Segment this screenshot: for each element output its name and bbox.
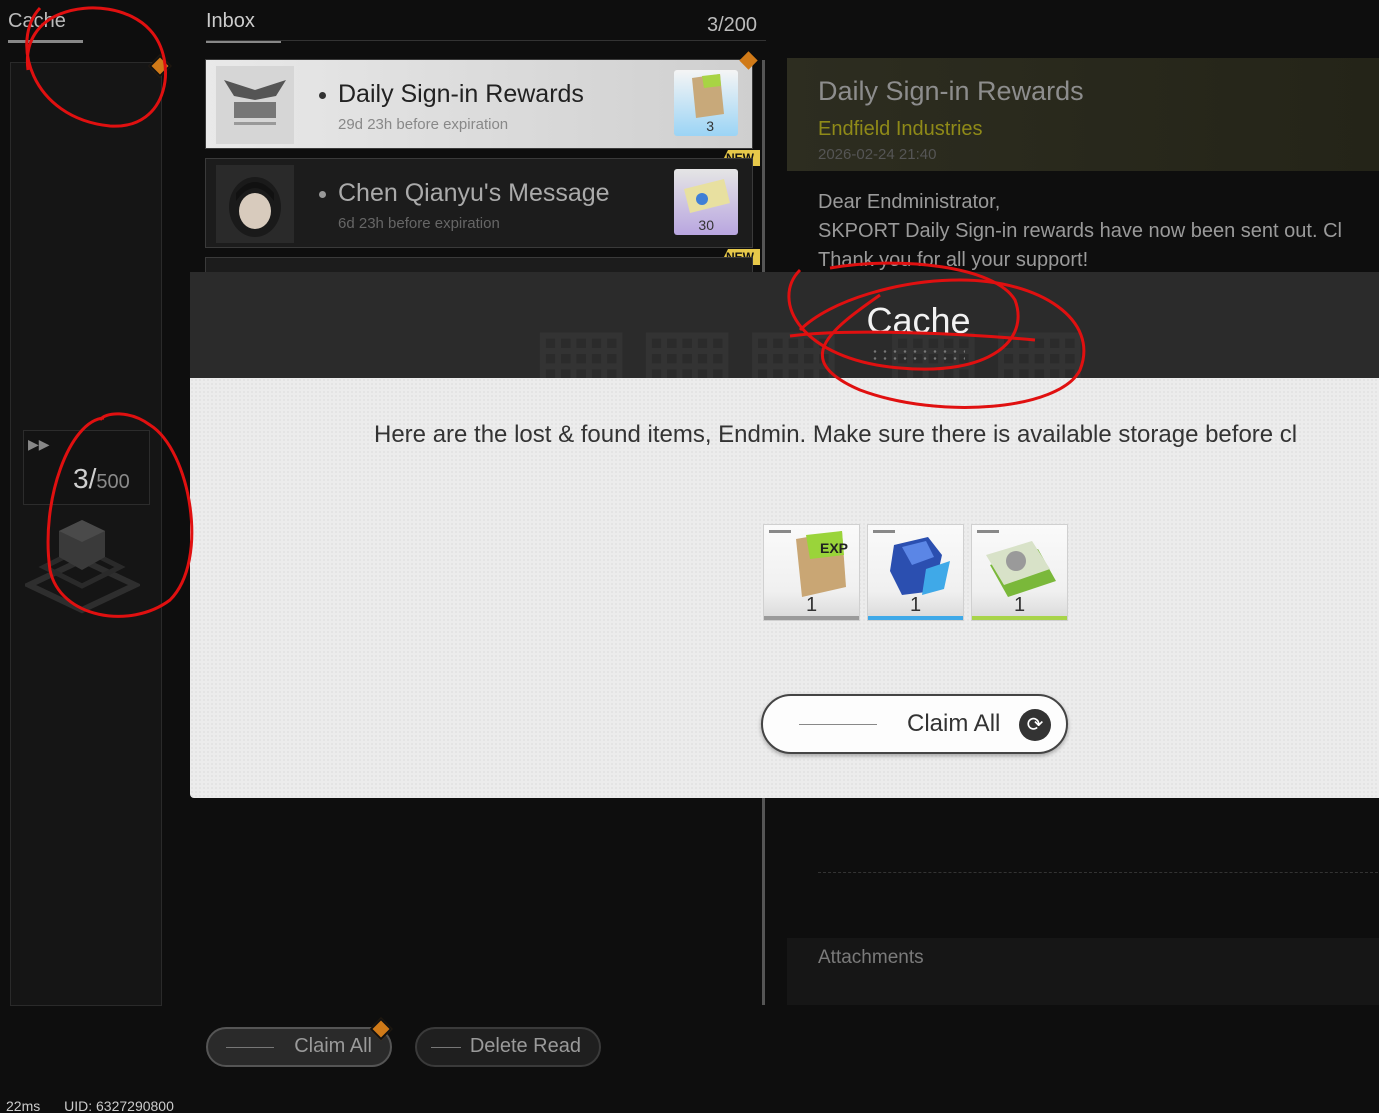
item-quantity: 30: [698, 217, 714, 233]
dot-pattern: [870, 348, 965, 362]
delete-read-button[interactable]: Delete Read: [415, 1027, 601, 1067]
claim-all-button[interactable]: Claim All: [206, 1027, 392, 1067]
rarity-bar: [764, 616, 859, 620]
reward-quantity: 1: [1013, 594, 1026, 616]
tab-inbox-label: Inbox: [206, 10, 255, 32]
item-quantity: 3: [706, 118, 714, 134]
svg-text:EXP: EXP: [820, 540, 848, 556]
reward-item-battery[interactable]: 1: [867, 524, 964, 621]
reward-item-exp-card[interactable]: EXP 1: [763, 524, 860, 621]
fast-forward-icon: ▶▶: [28, 436, 50, 452]
detail-sender: Endfield Industries: [818, 118, 983, 140]
rarity-tag: [873, 530, 895, 533]
modal-title: Cache: [866, 300, 971, 341]
mail-item-daily-sign-in[interactable]: Daily Sign-in Rewards 29d 23h before exp…: [205, 59, 753, 149]
reward-quantity: 1: [805, 594, 818, 616]
avatar: [216, 165, 294, 243]
exp-card-icon: EXP: [796, 531, 848, 597]
modal-claim-all-label: Claim All: [907, 710, 1001, 737]
reward-quantity: 1: [909, 594, 922, 616]
endfield-logo-icon: [216, 66, 294, 144]
tab-inbox[interactable]: Inbox: [206, 10, 281, 43]
attachments-label: Attachments: [818, 947, 924, 968]
claim-all-label: Claim All: [294, 1035, 372, 1057]
divider: [818, 872, 1378, 873]
detail-date: 2026-02-24 21:40: [818, 146, 937, 163]
button-line: [799, 724, 877, 725]
mail-expiry: 29d 23h before expiration: [338, 116, 509, 133]
unread-dot: [319, 92, 326, 99]
battery-core-icon: [890, 537, 950, 595]
tab-cache-label: Cache: [8, 10, 66, 32]
tab-underline: [8, 40, 83, 43]
status-bar: 22ms UID: 6327290800: [6, 1098, 194, 1113]
ticket-item-icon: 30: [674, 169, 738, 235]
reward-item-currency[interactable]: 1: [971, 524, 1068, 621]
inbox-count: 3/200: [707, 14, 758, 36]
rarity-tag: [977, 530, 999, 533]
rarity-bar: [868, 616, 963, 620]
tab-cache[interactable]: Cache: [8, 10, 83, 43]
currency-bills-icon: [986, 541, 1056, 597]
exp-card-item-icon: 3: [674, 70, 738, 136]
unread-dot: [319, 191, 326, 198]
modal-message: Here are the lost & found items, Endmin.…: [374, 421, 1298, 448]
latency-readout: 22ms: [6, 1098, 41, 1113]
refresh-icon: ⟳: [1019, 709, 1051, 741]
button-line: [431, 1047, 461, 1048]
mail-expiry: 6d 23h before expiration: [338, 215, 500, 232]
mail-title: Chen Qianyu's Message: [338, 179, 610, 207]
cache-count-current: 3/: [73, 463, 97, 494]
rarity-bar: [972, 616, 1067, 620]
detail-title: Daily Sign-in Rewards: [818, 76, 1084, 106]
detail-body-line: SKPORT Daily Sign-in rewards have now be…: [818, 220, 1342, 242]
delete-read-label: Delete Read: [469, 1035, 581, 1057]
mail-item-chen-qianyu[interactable]: Chen Qianyu's Message 6d 23h before expi…: [205, 158, 753, 248]
uid-readout: UID: 6327290800: [64, 1098, 174, 1113]
detail-body-line: Dear Endministrator,: [818, 191, 1001, 213]
modal-claim-all-button[interactable]: Claim All ⟳: [761, 694, 1068, 754]
detail-body: Dear Endministrator, SKPORT Daily Sign-i…: [818, 188, 1342, 275]
button-line: [226, 1047, 274, 1048]
rarity-tag: [769, 530, 791, 533]
mail-title: Daily Sign-in Rewards: [338, 80, 584, 108]
divider: [206, 40, 766, 41]
detail-body-line: Thank you for all your support!: [818, 249, 1089, 271]
cache-count: 3/500: [73, 463, 130, 495]
cube-storage-icon: [25, 520, 140, 614]
cache-count-max: 500: [96, 471, 130, 493]
